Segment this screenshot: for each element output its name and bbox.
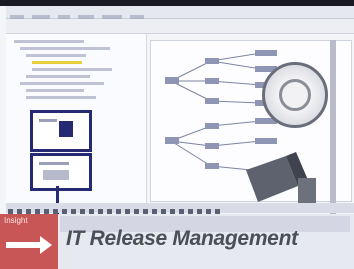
red-block: Insight bbox=[0, 214, 58, 269]
panel-divider bbox=[330, 40, 336, 220]
toolbar bbox=[6, 19, 354, 34]
thumbnail-bottom bbox=[30, 153, 92, 191]
icon-strip bbox=[6, 203, 354, 214]
screenshot-collage: Insight IT Release Management bbox=[0, 0, 354, 269]
lens-icon bbox=[262, 62, 328, 128]
tag-label: Insight bbox=[4, 216, 28, 225]
menu-bar bbox=[6, 6, 354, 19]
banner-title: IT Release Management bbox=[66, 227, 298, 250]
arrow-right-icon bbox=[6, 242, 42, 248]
thumbnail-top bbox=[30, 110, 92, 152]
